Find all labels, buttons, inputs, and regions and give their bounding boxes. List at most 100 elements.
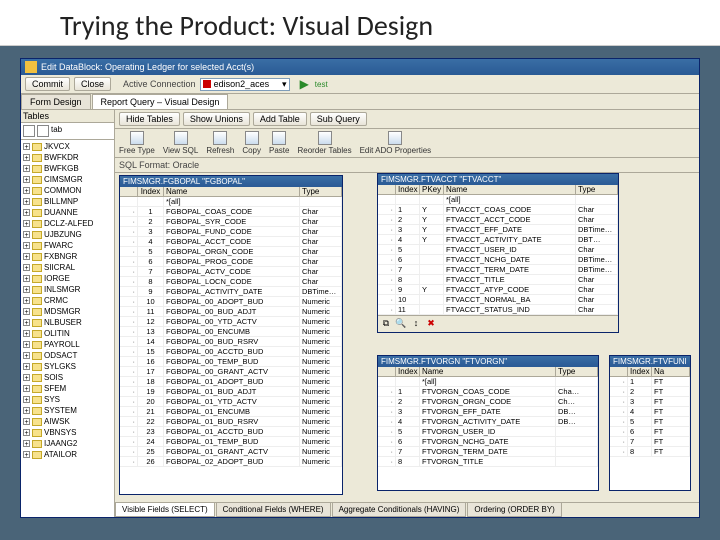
tree-item[interactable]: +FWARC: [23, 240, 112, 251]
table-row[interactable]: ·19FGBOPAL_01_BUD_ADJTNumeric: [120, 387, 342, 397]
sort-icon[interactable]: ↕: [410, 318, 422, 330]
tree-item[interactable]: +SFEM: [23, 383, 112, 394]
table-row[interactable]: ·23FGBOPAL_01_ACCTD_BUDNumeric: [120, 427, 342, 437]
table-window-ftvorgn[interactable]: FIMSMGR.FTVORGN "FTVORGN" Index Name Typ…: [377, 355, 599, 491]
table-row[interactable]: ·2YFTVACCT_ACCT_CODEChar: [378, 215, 618, 225]
table-row[interactable]: ·2FGBOPAL_SYR_CODEChar: [120, 217, 342, 227]
expand-icon[interactable]: +: [23, 297, 30, 304]
tree-item[interactable]: +JKVCX: [23, 141, 112, 152]
table-row[interactable]: ·10FTVACCT_NORMAL_BAChar: [378, 295, 618, 305]
tree-item[interactable]: +DCLZ-ALFED: [23, 218, 112, 229]
expand-icon[interactable]: +: [23, 429, 30, 436]
grid-body[interactable]: ·1FT·2FT·3FT·4FT·5FT·6FT·7FT·8FT: [610, 377, 690, 490]
schema-tree[interactable]: +JKVCX+BWFKDR+BWFKGB+CIMSMGR+COMMON+BILL…: [21, 140, 114, 517]
expand-icon[interactable]: +: [23, 165, 30, 172]
tool-icon-2[interactable]: [37, 125, 49, 137]
close-button[interactable]: Close: [74, 77, 111, 91]
col-type[interactable]: Type: [300, 187, 342, 196]
expand-icon[interactable]: +: [23, 242, 30, 249]
run-icon[interactable]: ▶: [300, 77, 309, 91]
table-row[interactable]: ·3YFTVACCT_EFF_DATEDBTime…: [378, 225, 618, 235]
tree-item[interactable]: +SYLGKS: [23, 361, 112, 372]
expand-icon[interactable]: +: [23, 385, 30, 392]
expand-icon[interactable]: +: [23, 253, 30, 260]
tab-ordering[interactable]: Ordering (ORDER BY): [467, 503, 561, 517]
expand-icon[interactable]: +: [23, 374, 30, 381]
expand-icon[interactable]: +: [23, 220, 30, 227]
toolbar-item[interactable]: Copy: [242, 131, 261, 155]
tree-item[interactable]: +AIWSK: [23, 416, 112, 427]
table-row[interactable]: ·7FT: [610, 437, 690, 447]
table-row[interactable]: ·3FT: [610, 397, 690, 407]
col-name[interactable]: Name: [164, 187, 300, 196]
tree-item[interactable]: +SOIS: [23, 372, 112, 383]
expand-icon[interactable]: +: [23, 440, 30, 447]
table-row[interactable]: ·10FGBOPAL_00_ADOPT_BUDNumeric: [120, 297, 342, 307]
table-row[interactable]: ·14FGBOPAL_00_BUD_RSRVNumeric: [120, 337, 342, 347]
col-index[interactable]: Index: [396, 367, 420, 376]
tree-item[interactable]: +PAYROLL: [23, 339, 112, 350]
design-canvas[interactable]: FIMSMGR.FGBOPAL "FGBOPAL" Index Name Typ…: [115, 173, 699, 502]
expand-icon[interactable]: +: [23, 352, 30, 359]
table-row[interactable]: ·2FT: [610, 387, 690, 397]
add-table-button[interactable]: Add Table: [253, 112, 307, 126]
table-row[interactable]: ·16FGBOPAL_00_TEMP_BUDNumeric: [120, 357, 342, 367]
table-row[interactable]: ·4FTVORGN_ACTIVITY_DATEDB…: [378, 417, 598, 427]
tree-item[interactable]: +OLITIN: [23, 328, 112, 339]
expand-icon[interactable]: +: [23, 341, 30, 348]
tree-item[interactable]: +CIMSMGR: [23, 174, 112, 185]
table-row[interactable]: ·8FTVACCT_TITLEChar: [378, 275, 618, 285]
table-row[interactable]: ·5FTVACCT_USER_IDChar: [378, 245, 618, 255]
table-row[interactable]: ·11FTVACCT_STATUS_INDChar: [378, 305, 618, 315]
tab-visible-fields[interactable]: Visible Fields (SELECT): [115, 503, 215, 517]
expand-icon[interactable]: +: [23, 418, 30, 425]
toolbar-item[interactable]: Refresh: [206, 131, 234, 155]
table-row[interactable]: ·17FGBOPAL_00_GRANT_ACTVNumeric: [120, 367, 342, 377]
table-window-ftvfuni[interactable]: FIMSMGR.FTVFUNI Index Na ·1FT·2FT·3FT·4F…: [609, 355, 691, 491]
table-row[interactable]: ·8FGBOPAL_LOCN_CODEChar: [120, 277, 342, 287]
expand-icon[interactable]: +: [23, 451, 30, 458]
table-row[interactable]: ·3FGBOPAL_FUND_CODEChar: [120, 227, 342, 237]
table-row[interactable]: ·25FGBOPAL_01_GRANT_ACTVNumeric: [120, 447, 342, 457]
table-row[interactable]: ·8FTVORGN_TITLE: [378, 457, 598, 467]
toolbar-item[interactable]: Edit ADO Properties: [360, 131, 432, 155]
tree-item[interactable]: +NLBUSER: [23, 317, 112, 328]
table-row[interactable]: ·6FT: [610, 427, 690, 437]
expand-icon[interactable]: +: [23, 143, 30, 150]
table-row[interactable]: ·5FGBOPAL_ORGN_CODEChar: [120, 247, 342, 257]
table-row[interactable]: ·12FGBOPAL_00_YTD_ACTVNumeric: [120, 317, 342, 327]
tree-item[interactable]: +UJBZUNG: [23, 229, 112, 240]
toolbar-item[interactable]: Paste: [269, 131, 289, 155]
expand-icon[interactable]: +: [23, 407, 30, 414]
toolbar-item[interactable]: View SQL: [163, 131, 198, 155]
table-row[interactable]: ·5FT: [610, 417, 690, 427]
expand-icon[interactable]: +: [23, 198, 30, 205]
expand-icon[interactable]: +: [23, 176, 30, 183]
table-row[interactable]: ·6FGBOPAL_PROG_CODEChar: [120, 257, 342, 267]
tool-icon-1[interactable]: [23, 125, 35, 137]
tree-item[interactable]: +COMMON: [23, 185, 112, 196]
grid-body[interactable]: *[all]·1FTVORGN_COAS_CODECha…·2FTVORGN_O…: [378, 377, 598, 490]
tab-report-query[interactable]: Report Query – Visual Design: [92, 94, 229, 109]
table-row[interactable]: ·4FGBOPAL_ACCT_CODEChar: [120, 237, 342, 247]
table-row[interactable]: ·21FGBOPAL_01_ENCUMBNumeric: [120, 407, 342, 417]
table-row[interactable]: ·4YFTVACCT_ACTIVITY_DATEDBT…: [378, 235, 618, 245]
tree-item[interactable]: +SIICRAL: [23, 262, 112, 273]
expand-icon[interactable]: +: [23, 330, 30, 337]
table-row[interactable]: ·6FTVACCT_NCHG_DATEDBTime…: [378, 255, 618, 265]
tree-item[interactable]: +DUANNE: [23, 207, 112, 218]
delete-icon[interactable]: ✖: [425, 318, 437, 330]
col-name[interactable]: Na: [652, 367, 690, 376]
commit-button[interactable]: Commit: [25, 77, 70, 91]
table-row[interactable]: ·2FTVORGN_ORGN_CODECh…: [378, 397, 598, 407]
table-row[interactable]: ·7FTVORGN_TERM_DATE: [378, 447, 598, 457]
table-row[interactable]: ·3FTVORGN_EFF_DATEDB…: [378, 407, 598, 417]
expand-icon[interactable]: +: [23, 154, 30, 161]
expand-icon[interactable]: +: [23, 363, 30, 370]
sub-query-button[interactable]: Sub Query: [310, 112, 367, 126]
table-row[interactable]: ·8FT: [610, 447, 690, 457]
table-row[interactable]: ·1FT: [610, 377, 690, 387]
show-unions-button[interactable]: Show Unions: [183, 112, 250, 126]
table-window-ftvacct[interactable]: FIMSMGR.FTVACCT "FTVACCT" Index PKey Nam…: [377, 173, 619, 333]
table-row[interactable]: ·1FGBOPAL_COAS_CODEChar: [120, 207, 342, 217]
